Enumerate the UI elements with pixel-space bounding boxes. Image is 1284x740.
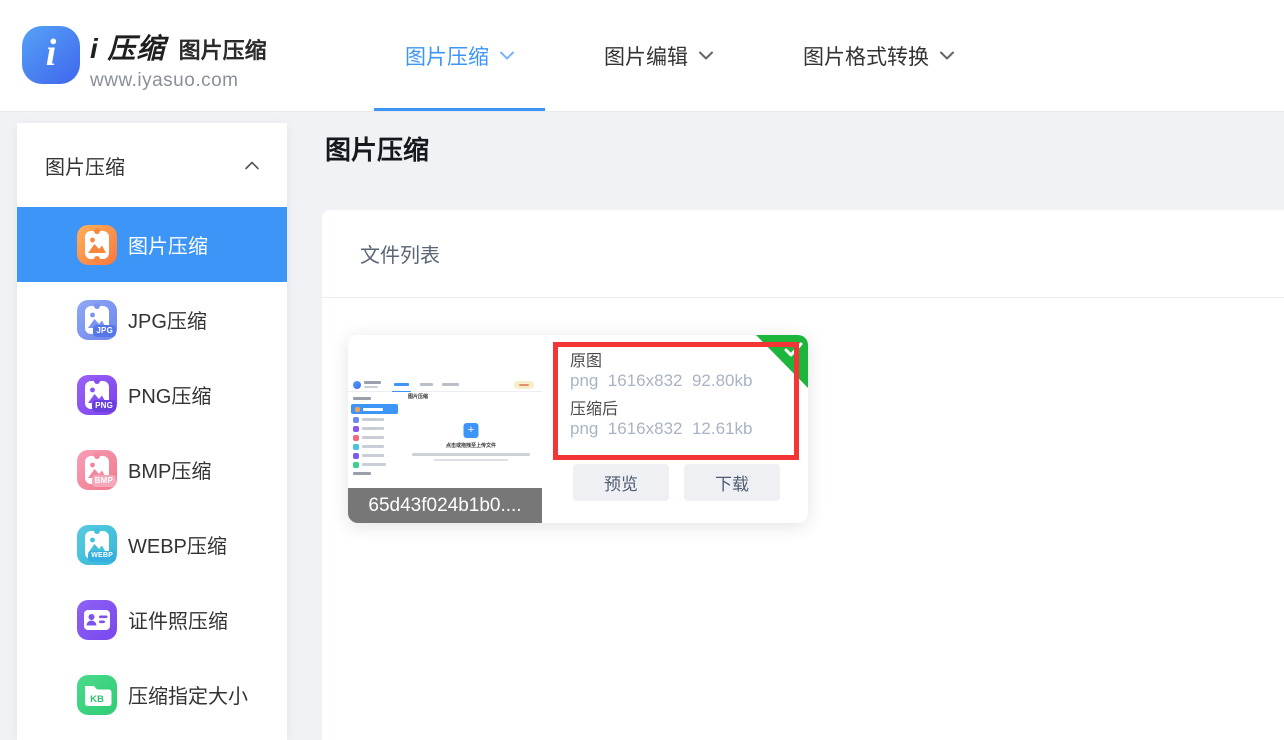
thumb-mini-upload-caption: 点击或拖拽至上传文件 [400,442,542,449]
thumbnail-screenshot: 图片压缩 + 点击或拖拽至上传文件 [348,378,542,477]
chevron-up-icon [245,161,259,170]
image-compress-icon [77,225,117,265]
nav-item-label: 图片格式转换 [803,41,929,71]
top-header: i i 压缩 图片压缩 www.iyasuo.com 图片压缩 图片编辑 图片格… [0,0,1284,112]
brand-block: i 压缩 图片压缩 www.iyasuo.com [90,27,267,92]
download-button[interactable]: 下载 [684,464,780,501]
jpg-badge: JPG [93,325,116,337]
png-compress-icon: PNG [77,375,117,415]
nav-item-label: 图片压缩 [405,41,489,71]
chevron-down-icon [699,51,713,60]
sidebar-item-label: PNG压缩 [128,380,211,409]
thumb-mini-body: 图片压缩 + 点击或拖拽至上传文件 [348,392,542,477]
sidebar-item-label: BMP压缩 [128,455,211,484]
file-name-bar: 65d43f024b1b0.... [348,488,542,523]
nav-item-format-convert[interactable]: 图片格式转换 [772,0,985,111]
brand-subtitle: 图片压缩 [179,33,267,65]
app-window: i i 压缩 图片压缩 www.iyasuo.com 图片压缩 图片编辑 图片格… [0,0,1284,740]
sidebar-item-jpg-compress[interactable]: JPG JPG压缩 [17,282,287,357]
brand-url: www.iyasuo.com [90,70,267,92]
original-info: png 1616x832 92.80kb [570,371,794,391]
kb-glyph-text: KB [90,694,104,705]
sidebar-item-label: JPG压缩 [128,305,207,334]
sidebar-item-label: 证件照压缩 [128,605,228,634]
sidebar-item-idphoto-compress[interactable]: 证件照压缩 [17,582,287,657]
chevron-down-icon [500,51,514,60]
thumb-mini-main: 图片压缩 + 点击或拖拽至上传文件 [400,392,542,477]
page-title: 图片压缩 [325,130,429,167]
sidebar-item-target-size-compress[interactable]: KB 压缩指定大小 [17,657,287,732]
main-nav: 图片压缩 图片编辑 图片格式转换 [374,0,985,111]
thumb-mini-text-bar [434,459,508,461]
webp-badge: WEBP [88,551,116,561]
preview-button[interactable]: 预览 [573,464,669,501]
compressed-label: 压缩后 [570,400,794,419]
webp-compress-icon: WEBP [77,525,117,565]
sidebar: 图片压缩 图片压缩 JPG JPG压缩 PNG PNG压缩 [17,123,287,740]
compression-info-highlight: 原图 png 1616x832 92.80kb 压缩后 png 1616x832… [553,342,799,460]
thumb-mini-sidebar [348,392,400,477]
sidebar-item-label: 图片压缩 [128,230,208,259]
thumb-mini-brand-bar [364,386,378,388]
thumb-mini-page-title: 图片压缩 [408,393,428,400]
chevron-down-icon [940,51,954,60]
sidebar-group-label: 图片压缩 [45,151,125,180]
kb-target-size-icon: KB [77,675,117,715]
thumb-mini-nav-bar [442,383,459,386]
brand-name: i 压缩 [90,27,166,67]
thumb-mini-nav-active [394,383,409,386]
sidebar-item-webp-compress[interactable]: WEBP WEBP压缩 [17,507,287,582]
sidebar-item-label: WEBP压缩 [128,530,227,559]
file-list-card: 文件列表 [322,210,1284,740]
thumb-mini-text-bar [412,453,530,456]
png-badge: PNG [92,400,116,412]
id-photo-compress-icon [77,600,117,640]
logo-letter: i [46,31,57,79]
sidebar-group-header[interactable]: 图片压缩 [17,123,287,207]
sidebar-item-bmp-compress[interactable]: BMP BMP压缩 [17,432,287,507]
file-actions: 预览 下载 [573,464,780,501]
nav-item-label: 图片编辑 [604,41,688,71]
nav-item-image-compress[interactable]: 图片压缩 [374,0,545,111]
thumb-mini-upload-button: + [464,423,479,438]
jpg-compress-icon: JPG [77,300,117,340]
thumb-mini-sidebar-active [351,404,398,414]
file-thumbnail[interactable]: 图片压缩 + 点击或拖拽至上传文件 65d43f024b1b0.... [348,335,542,523]
sidebar-item-png-compress[interactable]: PNG PNG压缩 [17,357,287,432]
thumb-mini-action-pill [514,381,534,389]
file-list-header: 文件列表 [322,210,1284,298]
sidebar-item-label: 压缩指定大小 [128,680,248,709]
file-item: 图片压缩 + 点击或拖拽至上传文件 65d43f024b1b0.... [348,335,808,523]
original-label: 原图 [570,352,794,371]
compressed-info: png 1616x832 12.61kb [570,419,794,439]
brand-logo-icon[interactable]: i [22,26,80,84]
thumb-mini-brand-bar [364,381,381,384]
thumb-mini-logo-icon [353,381,361,389]
file-list-title: 文件列表 [360,239,440,268]
nav-item-image-edit[interactable]: 图片编辑 [573,0,744,111]
file-name: 65d43f024b1b0.... [368,495,521,517]
sidebar-item-image-compress[interactable]: 图片压缩 [17,207,287,282]
bmp-badge: BMP [92,475,116,487]
thumb-mini-header [348,378,542,392]
thumb-mini-nav-bar [420,383,433,386]
bmp-compress-icon: BMP [77,450,117,490]
